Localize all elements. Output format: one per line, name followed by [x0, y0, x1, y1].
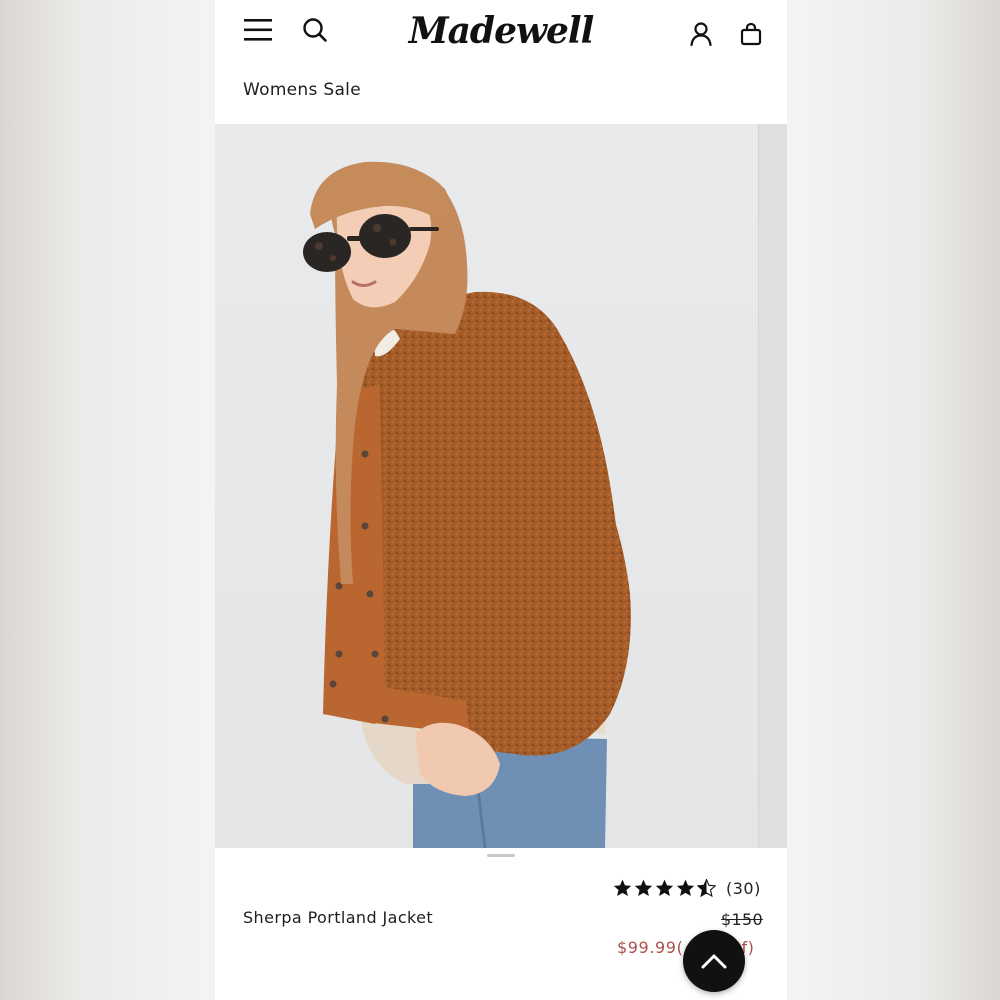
bag-button[interactable]: [735, 18, 767, 50]
madewell-logo[interactable]: Madewell: [409, 4, 595, 58]
menu-button[interactable]: [241, 14, 275, 46]
next-image-peek[interactable]: [758, 124, 787, 848]
star-icon: [634, 879, 653, 897]
product-image[interactable]: [215, 124, 787, 848]
scroll-to-top-button[interactable]: [683, 930, 745, 992]
drawer-handle[interactable]: [487, 854, 515, 857]
original-price: $150: [721, 910, 763, 929]
breadcrumb-womens-sale[interactable]: Womens Sale: [243, 80, 361, 100]
account-button[interactable]: [685, 18, 717, 50]
hamburger-menu-icon: [244, 19, 272, 41]
search-button[interactable]: [299, 14, 331, 46]
phone-screen: Madewell Womens Sale Sherpa Portland Jac…: [215, 0, 787, 1000]
site-header: Madewell: [215, 0, 787, 70]
star-icon: [676, 879, 695, 897]
search-icon: [303, 18, 327, 42]
sale-price-text: $99.99(: [617, 938, 684, 957]
star-icon: [655, 879, 674, 897]
product-rating[interactable]: (30): [613, 876, 761, 900]
review-count[interactable]: (30): [726, 879, 761, 898]
star-icon: [613, 879, 632, 897]
account-icon: [690, 22, 712, 47]
rating-stars: [613, 879, 716, 897]
chevron-up-icon: [701, 954, 727, 969]
product-name[interactable]: Sherpa Portland Jacket: [243, 908, 433, 927]
model-illustration: [303, 161, 631, 848]
half-star-icon: [697, 879, 716, 897]
shopping-bag-icon: [740, 22, 762, 46]
